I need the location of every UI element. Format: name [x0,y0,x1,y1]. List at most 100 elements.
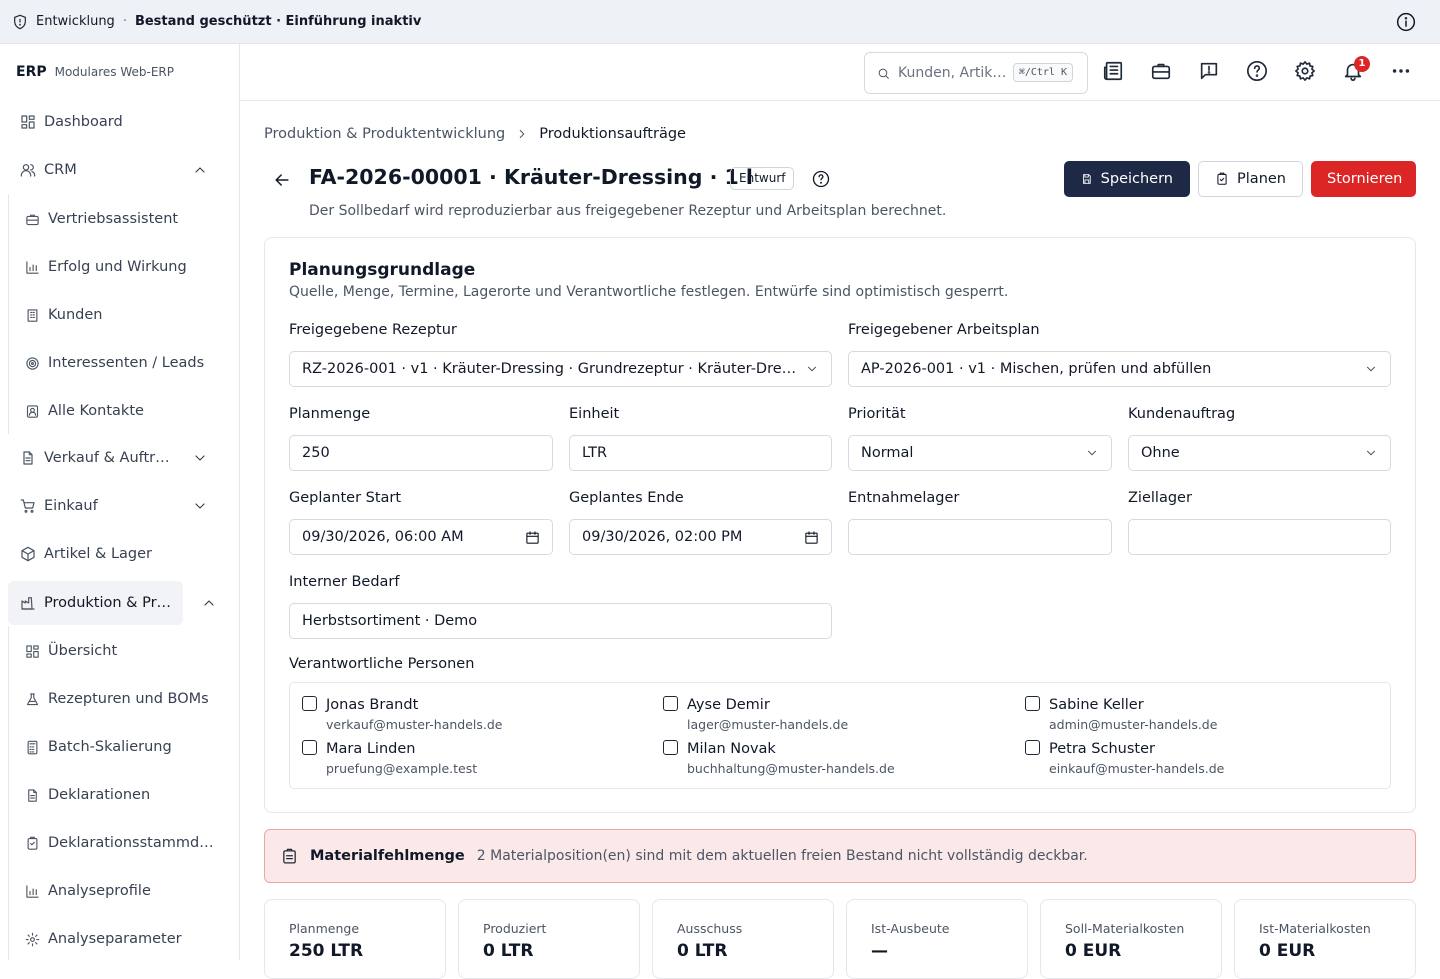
gear-icon [1295,61,1315,81]
start-value: 09/30/2026, 06:00 AM [302,529,464,545]
page-title: FA-2026-00001 · Kräuter-Dressing · 1 l [309,165,753,189]
unit-label: Einheit [569,406,620,422]
target-warehouse-input[interactable] [1128,519,1391,555]
start-datetime-input[interactable]: 09/30/2026, 06:00 AM [289,519,553,555]
person-email: einkauf@muster-handels.de [1049,761,1225,776]
breadcrumb-parent[interactable]: Produktion & Produktentwicklung [264,126,505,142]
sidebar-item-crm[interactable]: CRM [8,149,232,191]
back-arrow-icon[interactable] [272,170,292,190]
stat-card: Ausschuss 0 LTR [652,899,834,979]
sidebar-item-artikel[interactable]: Artikel & Lager [8,533,232,575]
recipe-select[interactable]: RZ-2026-001 · v1 · Kräuter-Dressing · Gr… [289,351,832,387]
sidebar-item-vertriebsassistent[interactable]: Vertriebsassistent [25,199,225,239]
chevron-down-icon [1366,366,1376,372]
sidebar-item-label: Artikel & Lager [44,546,152,562]
person-checkbox[interactable] [1025,696,1040,711]
banner-separator: · [122,14,127,29]
sidebar-item-erfolg[interactable]: Erfolg und Wirkung [25,247,225,287]
person-email: admin@muster-handels.de [1049,717,1218,732]
search-input[interactable] [898,65,1010,81]
briefcase-icon [26,214,39,225]
workplan-select[interactable]: AP-2026-001 · v1 · Mischen, prüfen und a… [848,351,1391,387]
end-value: 09/30/2026, 02:00 PM [582,529,743,545]
breadcrumb: Produktion & Produktentwicklung Produkti… [264,126,686,142]
sidebar-item-label: Dashboard [44,114,123,130]
sidebar-item-rezepturen[interactable]: Rezepturen und BOMs [25,679,225,719]
quantity-value: 250 [302,445,330,461]
brand-name: ERP [16,64,47,80]
newspaper-icon [1103,61,1123,81]
priority-select[interactable]: Normal [848,435,1112,471]
stat-value: — [871,941,888,961]
person-email: verkauf@muster-handels.de [326,717,503,732]
settings-button[interactable] [1294,60,1318,84]
help-icon[interactable] [812,170,830,188]
unit-input[interactable]: LTR [569,435,832,471]
cancel-order-button[interactable]: Stornieren [1311,161,1416,197]
save-button[interactable]: Speichern [1064,161,1190,197]
dashboard-icon [26,644,39,658]
chevron-down-icon [807,366,817,372]
production-subnav-line [8,626,9,960]
stat-card: Produziert 0 LTR [458,899,640,979]
bar-chart-icon [26,884,39,898]
sidebar-item-analyseprofile[interactable]: Analyseprofile [25,871,225,911]
sidebar-item-kunden[interactable]: Kunden [25,295,225,335]
person-name: Ayse Demir [687,697,770,713]
cart-icon [20,499,35,513]
sidebar-item-batch[interactable]: Batch-Skalierung [25,727,225,767]
plan-button[interactable]: Planen [1198,161,1303,197]
sidebar-item-verkauf[interactable]: Verkauf & Auftr… [8,437,232,479]
environment-label: Entwicklung [36,14,115,29]
sidebar-item-kontakte[interactable]: Alle Kontakte [25,391,225,431]
briefcase-button[interactable] [1150,60,1174,84]
more-button[interactable] [1390,60,1414,84]
news-button[interactable] [1102,60,1126,84]
internal-demand-label: Interner Bedarf [289,574,400,590]
calendar-icon[interactable] [525,530,540,545]
sidebar-item-leads[interactable]: Interessenten / Leads [25,343,225,383]
sidebar-item-label: Übersicht [48,643,118,659]
brand[interactable]: ERP Modulares Web-ERP [0,44,239,100]
internal-demand-input[interactable]: Herbstsortiment · Demo [289,603,832,639]
person-name: Sabine Keller [1049,697,1144,713]
global-search[interactable]: ⌘/Ctrl K [864,52,1088,94]
sidebar-item-label: Alle Kontakte [48,403,144,419]
briefcase-icon [1151,63,1171,80]
more-horizontal-icon [1392,69,1410,73]
person-checkbox[interactable] [1025,740,1040,755]
sidebar-item-uebersicht[interactable]: Übersicht [25,631,225,671]
feedback-button[interactable] [1198,60,1222,84]
sidebar-item-deklarationsstammdaten[interactable]: Deklarationsstammd… [25,823,225,863]
help-button[interactable] [1246,60,1270,84]
person-checkbox[interactable] [302,696,317,711]
material-shortage-alert: Materialfehlmenge 2 Materialposition(en)… [264,829,1416,883]
end-datetime-input[interactable]: 09/30/2026, 02:00 PM [569,519,832,555]
card-title: Planungsgrundlage [289,260,476,280]
customer-order-select[interactable]: Ohne [1128,435,1391,471]
sidebar-item-einkauf[interactable]: Einkauf [8,485,232,527]
sidebar-item-produktion[interactable]: Produktion & Pr… [8,581,183,625]
info-icon[interactable] [1396,12,1416,32]
chevron-up-icon[interactable] [201,595,217,611]
recipe-value: RZ-2026-001 · v1 · Kräuter-Dressing · Gr… [302,361,797,377]
alert-document-icon [283,848,296,864]
flask-icon [26,692,39,705]
start-label: Geplanter Start [289,490,402,506]
source-warehouse-input[interactable] [848,519,1112,555]
environment-state: Bestand geschützt · Einführung inaktiv [134,14,422,29]
person-checkbox[interactable] [663,696,678,711]
sidebar-item-dashboard[interactable]: Dashboard [8,101,232,143]
sidebar-item-deklarationen[interactable]: Deklarationen [25,775,225,815]
sidebar-item-analyseparameter[interactable]: Analyseparameter [25,919,225,959]
stat-label: Ist-Ausbeute [871,921,950,936]
target-icon [26,356,39,370]
quantity-input[interactable]: 250 [289,435,553,471]
calendar-icon[interactable] [804,530,819,545]
person-checkbox[interactable] [663,740,678,755]
stat-value: 0 LTR [677,941,728,961]
users-icon [20,164,36,177]
person-checkbox[interactable] [302,740,317,755]
document-icon [28,788,37,802]
person-name: Mara Linden [326,741,416,757]
